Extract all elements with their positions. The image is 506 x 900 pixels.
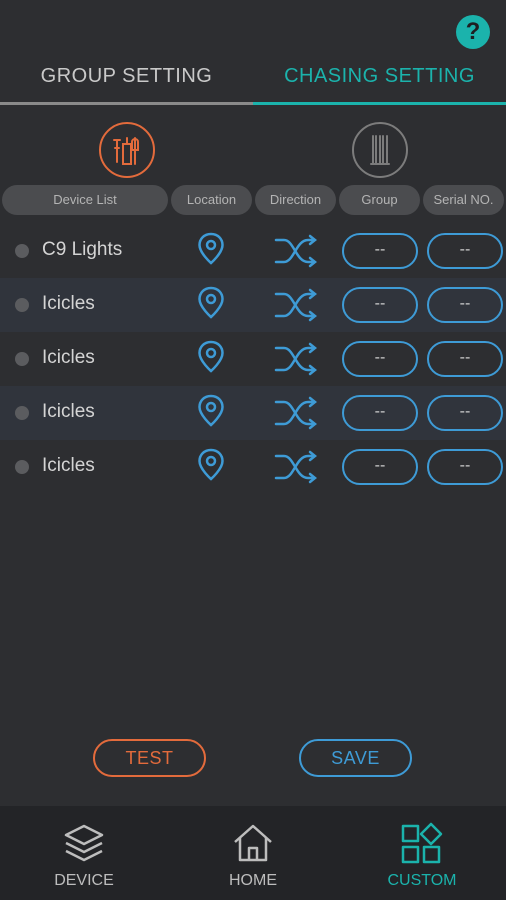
device-name: Icicles: [42, 455, 95, 476]
location-pin-icon[interactable]: [197, 340, 225, 374]
status-dot: [15, 352, 29, 366]
tab-underline-active: [253, 102, 506, 105]
tab-underline-inactive: [0, 102, 253, 105]
column-header-group: Group: [339, 185, 420, 215]
location-pin-icon[interactable]: [197, 448, 225, 482]
save-button[interactable]: SAVE: [299, 739, 412, 777]
shuffle-direction-icon[interactable]: [274, 396, 318, 430]
help-symbol: ?: [465, 18, 481, 45]
status-dot: [15, 406, 29, 420]
status-dot: [15, 298, 29, 312]
nav-label-custom: CUSTOM: [387, 872, 457, 889]
serial-selector[interactable]: --: [427, 395, 503, 431]
column-header-direction: Direction: [255, 185, 336, 215]
tab-chasing-setting[interactable]: CHASING SETTING: [253, 52, 506, 102]
location-pin-icon[interactable]: [197, 286, 225, 320]
device-name: Icicles: [42, 347, 95, 368]
shuffle-direction-icon[interactable]: [274, 288, 318, 322]
home-icon: [234, 824, 272, 862]
shuffle-direction-icon[interactable]: [274, 234, 318, 268]
tools-mode-button[interactable]: [99, 122, 155, 178]
device-row: C9 Lights -- --: [0, 224, 506, 278]
device-name: Icicles: [42, 401, 95, 422]
device-row: Icicles -- --: [0, 278, 506, 332]
layers-icon: [64, 824, 104, 862]
device-row: Icicles -- --: [0, 440, 506, 494]
group-selector[interactable]: --: [342, 449, 418, 485]
serial-selector[interactable]: --: [427, 341, 503, 377]
device-row: Icicles -- --: [0, 386, 506, 440]
device-name: C9 Lights: [42, 239, 123, 260]
column-header-location: Location: [171, 185, 252, 215]
group-selector[interactable]: --: [342, 341, 418, 377]
nav-item-device[interactable]: DEVICE: [0, 806, 168, 900]
tubes-mode-button[interactable]: [352, 122, 408, 178]
group-selector[interactable]: --: [342, 233, 418, 269]
device-row: Icicles -- --: [0, 332, 506, 386]
tubes-icon: [370, 135, 390, 165]
nav-item-custom[interactable]: CUSTOM: [338, 806, 506, 900]
location-pin-icon[interactable]: [197, 232, 225, 266]
column-header-device-list: Device List: [2, 185, 168, 215]
custom-grid-icon: [401, 822, 443, 864]
tools-icon: [113, 137, 139, 165]
shuffle-direction-icon[interactable]: [274, 342, 318, 376]
nav-label-home: HOME: [229, 872, 277, 889]
settings-tabs: GROUP SETTING CHASING SETTING: [0, 52, 506, 106]
tab-group-setting[interactable]: GROUP SETTING: [0, 52, 253, 102]
bottom-navigation: DEVICE HOME CUSTOM: [0, 806, 506, 900]
test-button[interactable]: TEST: [93, 739, 206, 777]
group-selector[interactable]: --: [342, 395, 418, 431]
help-button[interactable]: ?: [456, 15, 490, 49]
nav-label-device: DEVICE: [54, 872, 114, 889]
status-dot: [15, 244, 29, 258]
location-pin-icon[interactable]: [197, 394, 225, 428]
serial-selector[interactable]: --: [427, 449, 503, 485]
nav-item-home[interactable]: HOME: [169, 806, 337, 900]
serial-selector[interactable]: --: [427, 287, 503, 323]
shuffle-direction-icon[interactable]: [274, 450, 318, 484]
status-dot: [15, 460, 29, 474]
serial-selector[interactable]: --: [427, 233, 503, 269]
column-header-serial-no: Serial NO.: [423, 185, 504, 215]
group-selector[interactable]: --: [342, 287, 418, 323]
device-name: Icicles: [42, 293, 95, 314]
